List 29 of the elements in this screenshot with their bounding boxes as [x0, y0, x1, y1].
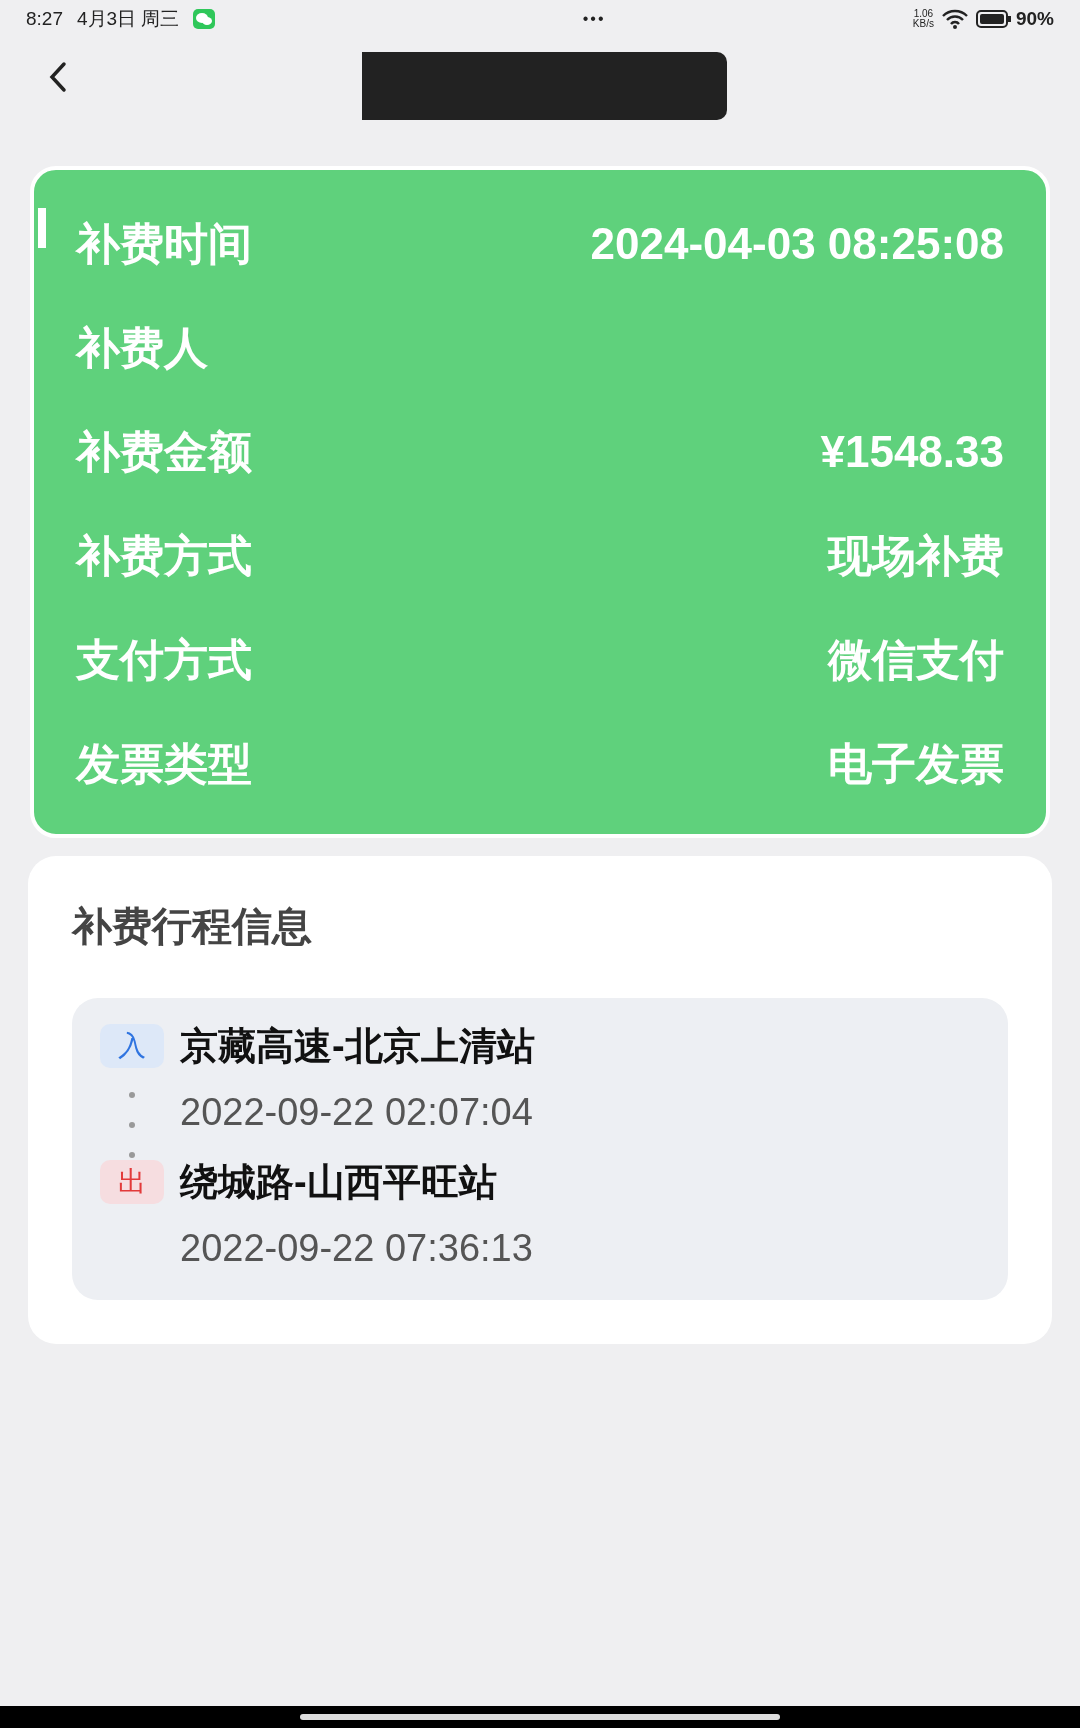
status-time: 8:27	[26, 6, 63, 31]
back-icon	[48, 61, 68, 93]
entry-badge: 入	[100, 1024, 164, 1068]
station-name: 绕城路-山西平旺站	[180, 1160, 498, 1204]
stop-time: 2022-09-22 02:07:04	[180, 1090, 534, 1134]
detail-label: 发票类型	[76, 738, 252, 790]
chat-app-icon	[193, 9, 216, 29]
more-dots: •••	[582, 9, 606, 29]
speed-unit: KB/s	[912, 19, 934, 29]
status-date: 4月3日 周三	[77, 6, 180, 31]
detail-value: 微信支付	[828, 634, 1004, 686]
detail-value: 现场补费	[828, 530, 1004, 582]
detail-label: 补费方式	[76, 530, 252, 582]
detail-label: 补费时间	[76, 218, 252, 270]
wifi-icon	[941, 9, 968, 29]
exit-badge: 出	[100, 1160, 164, 1204]
section-title: 补费行程信息	[72, 904, 313, 948]
network-speed: 1.06	[913, 9, 934, 19]
station-name: 京藏高速-北京上清站	[180, 1024, 535, 1068]
stop-time: 2022-09-22 07:36:13	[180, 1226, 533, 1270]
detail-label: 支付方式	[76, 634, 252, 686]
detail-label: 补费人	[76, 322, 208, 374]
detail-label: 补费金额	[76, 426, 252, 478]
battery-percent: 90%	[1015, 6, 1054, 31]
detail-value: 电子发票	[828, 738, 1004, 790]
detail-value: ¥1548.33	[820, 426, 1004, 478]
detail-value: 2024-04-03 08:25:08	[590, 218, 1004, 270]
battery-icon	[975, 10, 1012, 28]
row-marker	[38, 208, 46, 248]
